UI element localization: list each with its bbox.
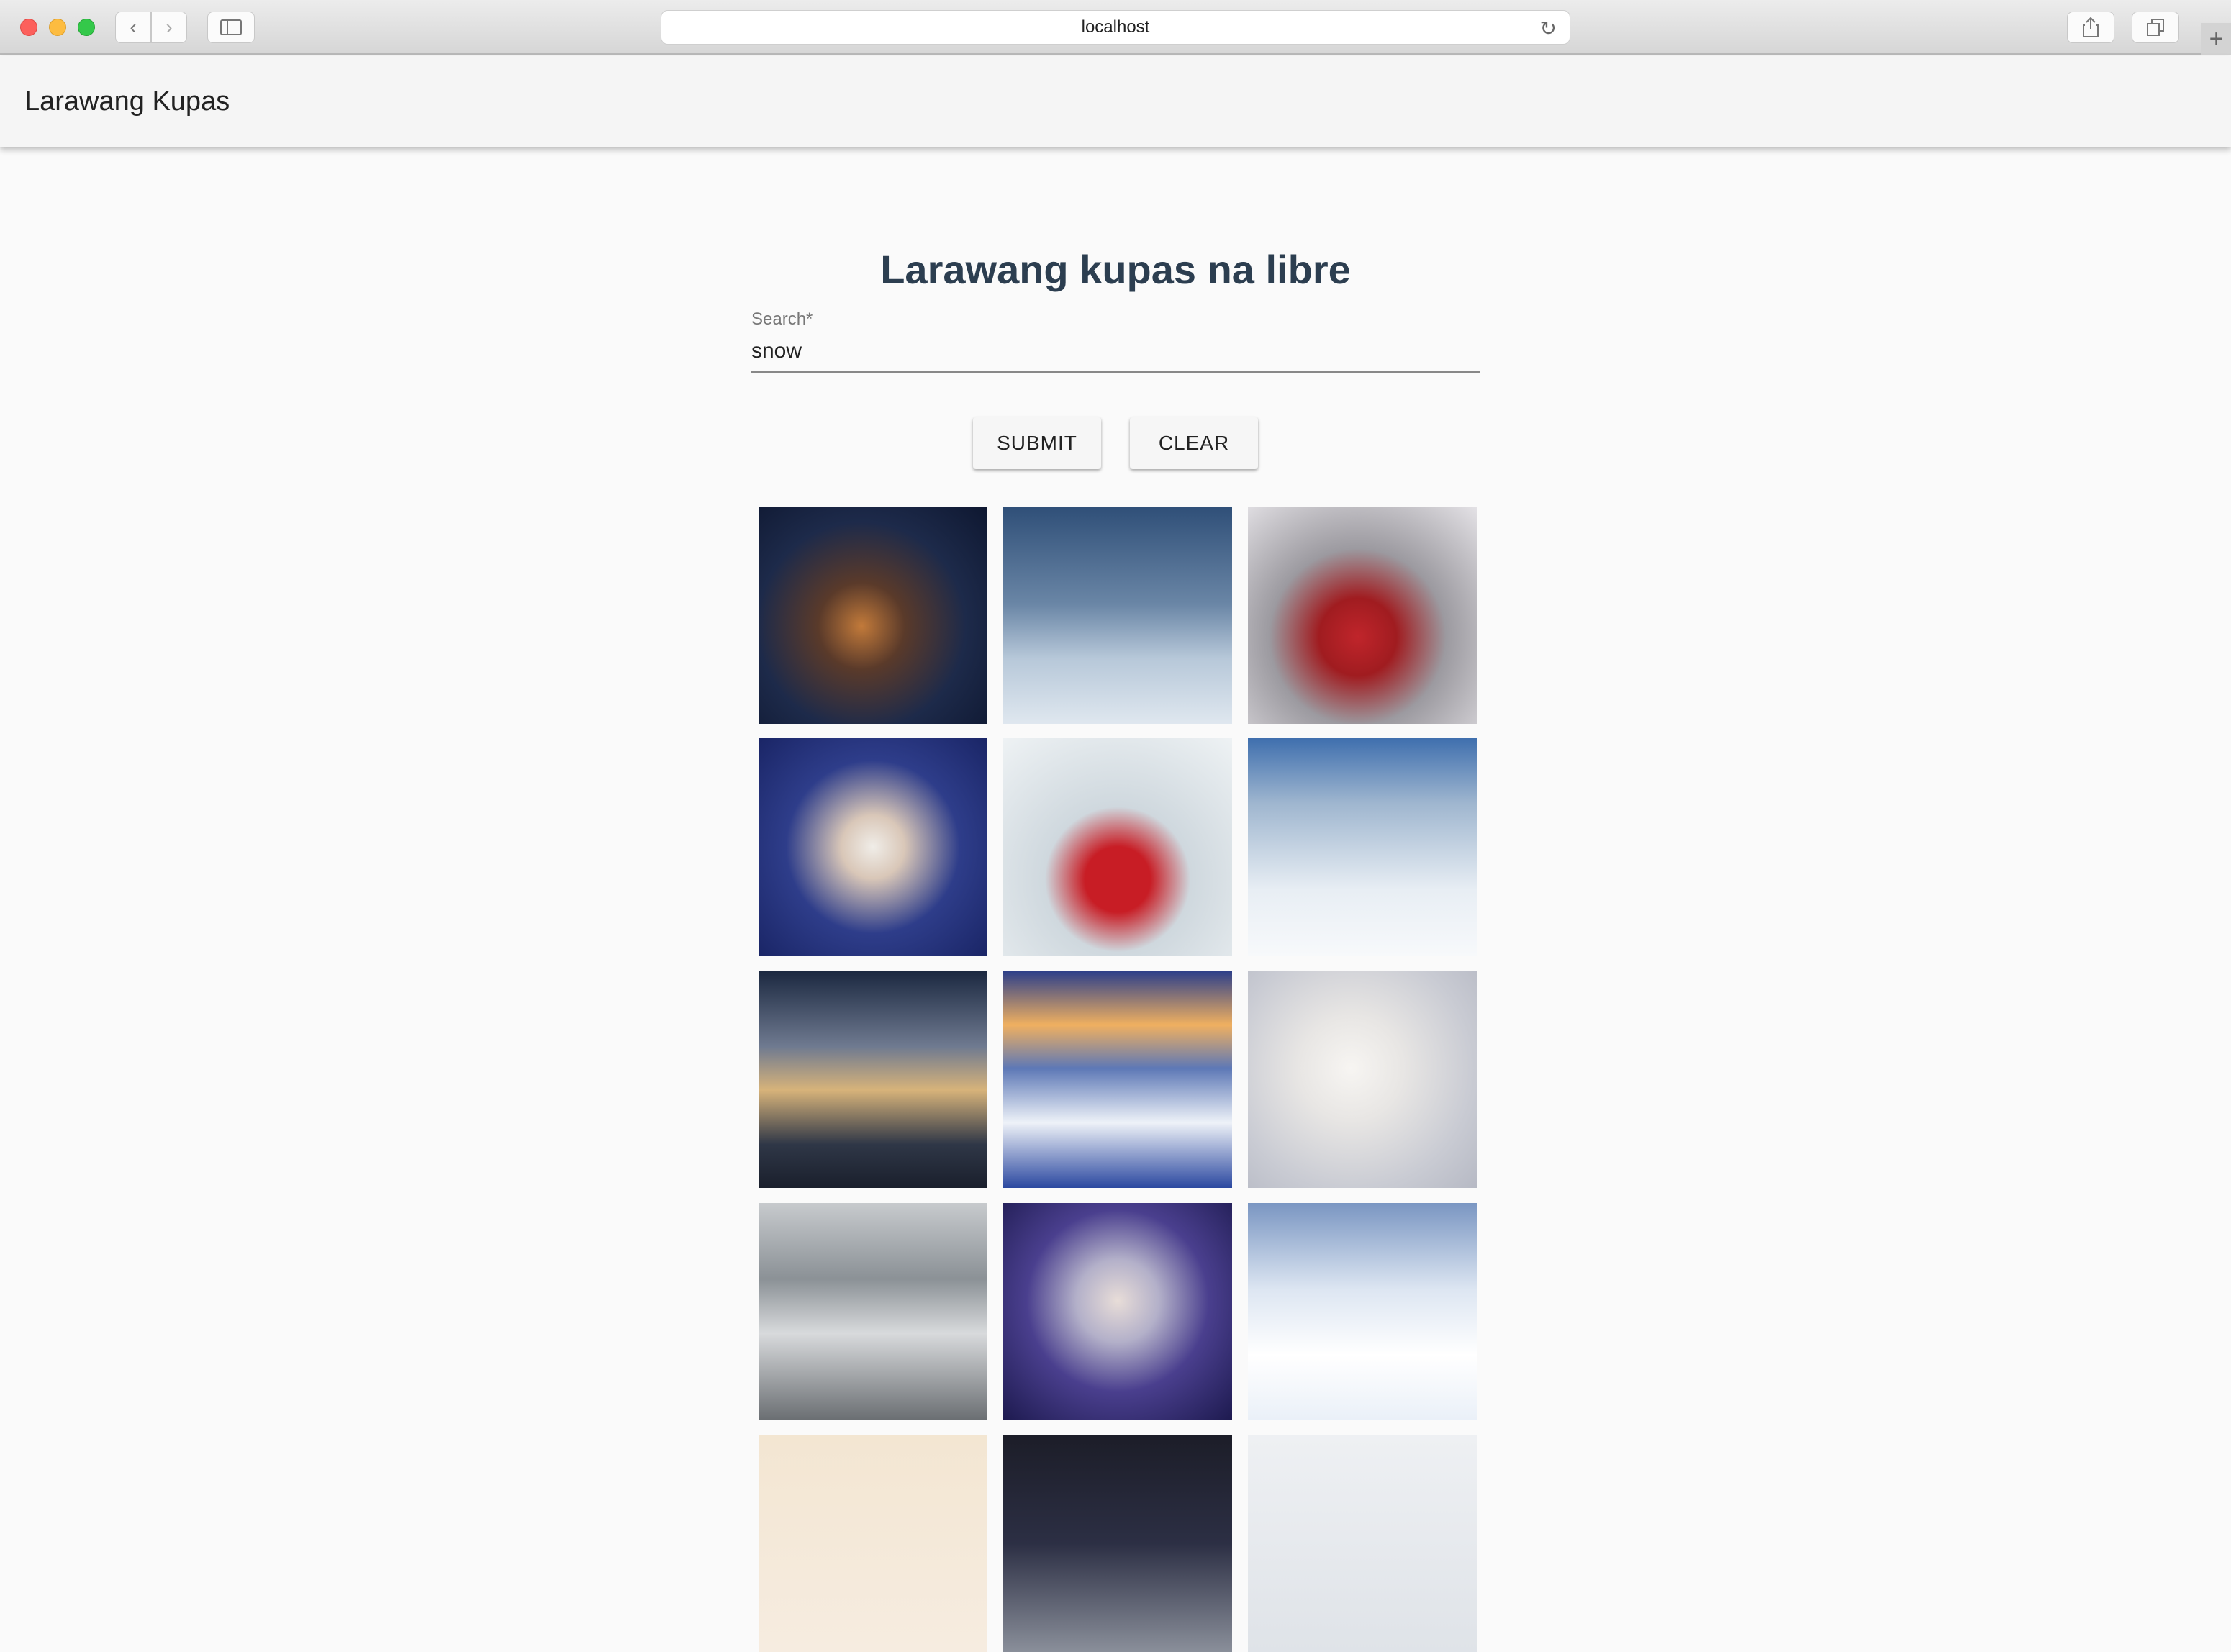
minimize-window-button[interactable] [49,19,66,36]
snowy-town-night-image[interactable] [759,507,987,724]
app-header: Larawang Kupas [0,56,2231,147]
share-icon [2083,17,2099,37]
clear-button[interactable]: CLEAR [1130,417,1258,469]
address-bar[interactable]: localhost ↻ [661,10,1570,45]
child-snow-image[interactable] [1003,1203,1232,1420]
zoom-window-button[interactable] [78,19,95,36]
chevron-left-icon: ‹ [130,16,137,38]
new-tab-button[interactable]: + [2201,23,2231,55]
tab-overview-button[interactable] [2132,12,2179,43]
main-content: Larawang kupas na libre Search* SUBMIT C… [0,147,2231,1652]
sidebar-toggle-button[interactable] [207,12,255,43]
url-text: localhost [1081,17,1150,37]
forward-button[interactable]: › [151,12,187,43]
back-button[interactable]: ‹ [115,12,151,43]
search-input[interactable] [751,331,1480,373]
red-tram-image[interactable] [1248,507,1477,724]
share-button[interactable] [2067,12,2114,43]
tabs-icon [2147,19,2164,36]
woman-christmas-lights-image[interactable] [759,738,987,956]
alpine-village-image[interactable] [1248,1203,1477,1420]
snowman-image[interactable] [1248,971,1477,1188]
submit-button[interactable]: SUBMIT [973,417,1101,469]
ice-giant-image[interactable] [1003,507,1232,724]
browser-toolbar: ‹ › localhost ↻ + [0,0,2231,55]
search-label: Search* [751,309,813,329]
plus-icon: + [2209,24,2224,53]
tree-sunset-image[interactable] [1003,1435,1232,1652]
page-title: Larawang kupas na libre [880,247,1351,292]
snowy-forest-image[interactable] [1248,738,1477,956]
snowflakes-image[interactable] [1248,1435,1477,1652]
santa-bag-image[interactable] [1003,738,1232,956]
warm-light-image[interactable] [759,1435,987,1652]
snow-dusk-image[interactable] [759,971,987,1188]
blizzard-image[interactable] [759,1203,987,1420]
close-window-button[interactable] [20,19,37,36]
app-title: Larawang Kupas [24,86,230,117]
mountain-hut-image[interactable] [1003,971,1232,1188]
chevron-right-icon: › [166,16,173,38]
sidebar-icon [220,19,242,35]
reload-icon[interactable]: ↻ [1540,17,1557,40]
